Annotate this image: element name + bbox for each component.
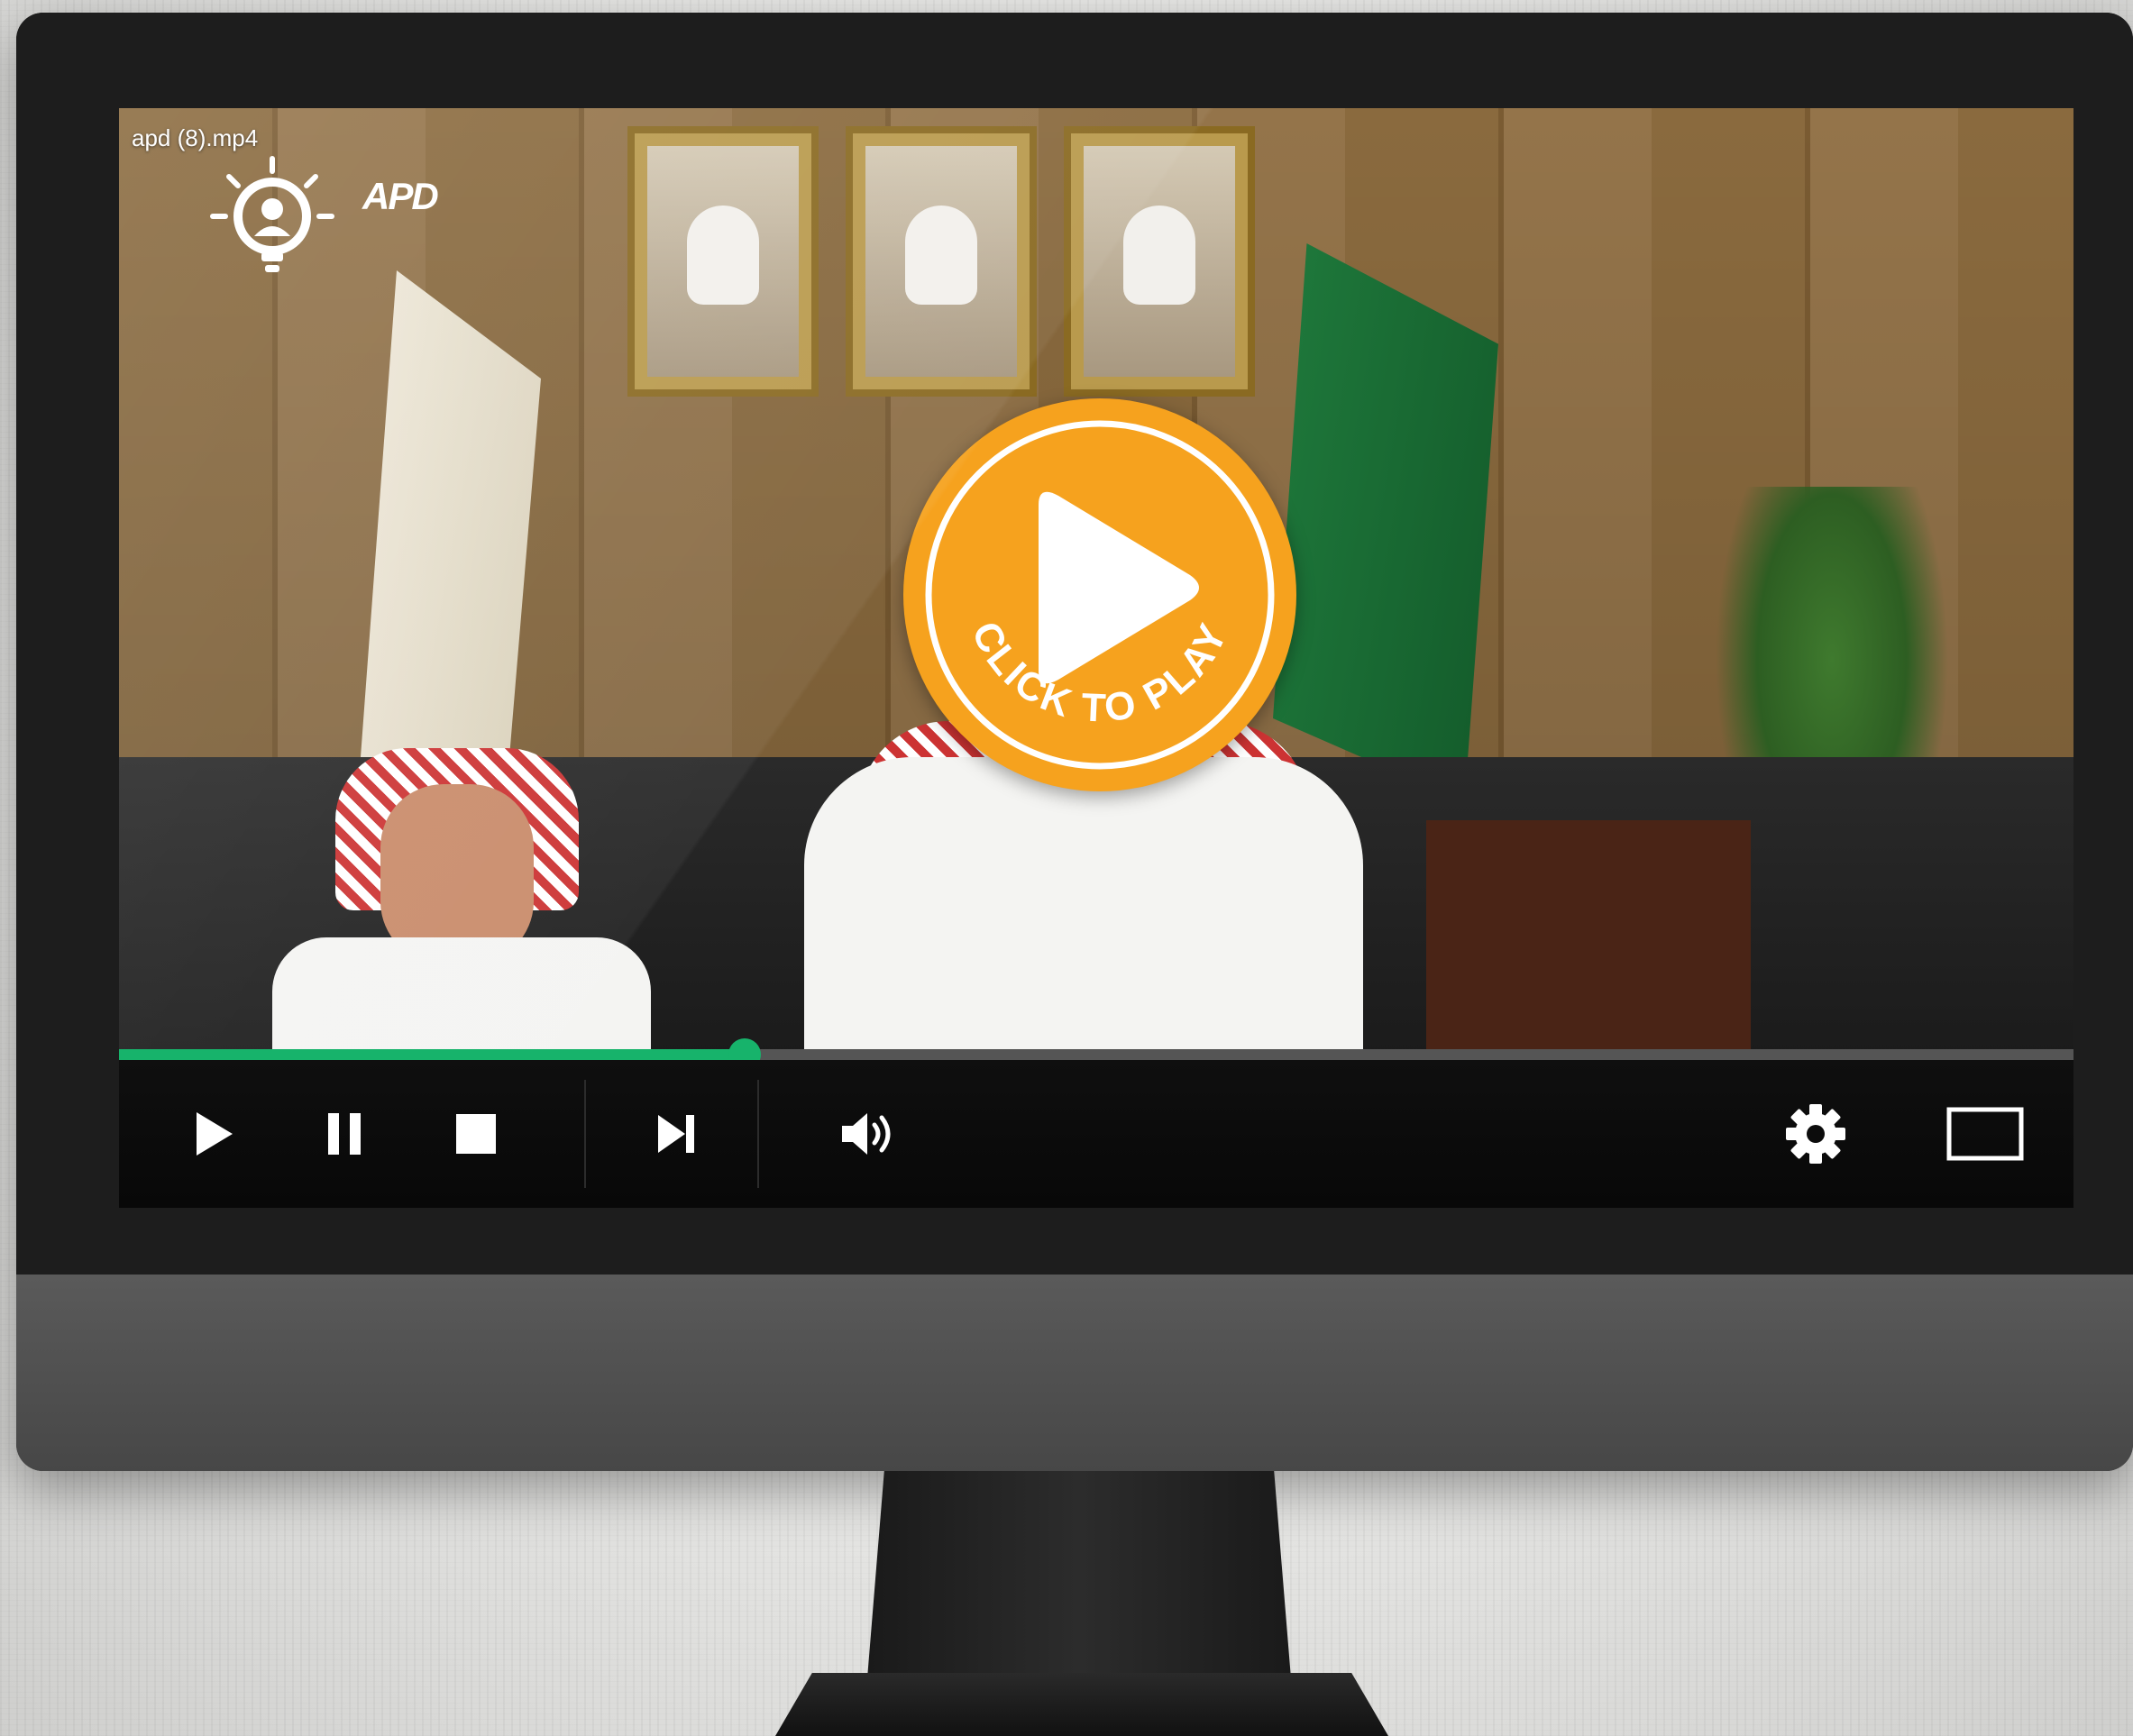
monitor-stand-base xyxy=(775,1673,1388,1736)
volume-icon xyxy=(842,1113,891,1155)
video-frame[interactable]: apd (8).mp4 APD CLICK TO PLAY xyxy=(119,108,2073,1049)
pause-button[interactable] xyxy=(312,1101,377,1166)
play-icon xyxy=(197,1112,233,1156)
side-table xyxy=(1426,820,1751,1049)
monitor-stand xyxy=(867,1471,1291,1678)
volume-button[interactable] xyxy=(837,1101,902,1166)
apd-logo: APD xyxy=(209,153,480,288)
portrait-frame xyxy=(846,126,1037,397)
video-player: apd (8).mp4 APD CLICK TO PLAY xyxy=(119,108,2073,1208)
skip-next-icon xyxy=(658,1115,694,1153)
speaker xyxy=(804,757,1363,1049)
control-divider xyxy=(757,1080,759,1188)
monitor-chin xyxy=(16,1275,2133,1471)
saudi-flag xyxy=(1273,243,1498,802)
skip-next-button[interactable] xyxy=(644,1101,709,1166)
ministry-flag xyxy=(361,270,541,811)
portrait-frame xyxy=(627,126,819,397)
fullscreen-icon xyxy=(1946,1107,2024,1161)
logo-text: APD xyxy=(362,175,439,217)
stop-button[interactable] xyxy=(444,1101,508,1166)
monitor: apd (8).mp4 APD CLICK TO PLAY xyxy=(16,13,2133,1471)
file-title: apd (8).mp4 xyxy=(132,124,259,151)
control-divider xyxy=(584,1080,586,1188)
progress-fill xyxy=(119,1049,745,1060)
lightbulb-icon xyxy=(210,156,334,272)
click-to-play-button[interactable]: CLICK TO PLAY xyxy=(903,398,1296,791)
control-bar xyxy=(119,1060,2073,1208)
fullscreen-button[interactable] xyxy=(1940,1101,2030,1166)
gear-icon xyxy=(1786,1104,1845,1164)
play-button[interactable] xyxy=(182,1101,247,1166)
sign-language-interpreter xyxy=(272,937,651,1049)
progress-bar[interactable] xyxy=(119,1038,2073,1071)
pause-icon xyxy=(328,1113,361,1155)
settings-button[interactable] xyxy=(1783,1101,1848,1166)
portrait-frame xyxy=(1064,126,1255,397)
stop-icon xyxy=(456,1114,496,1154)
